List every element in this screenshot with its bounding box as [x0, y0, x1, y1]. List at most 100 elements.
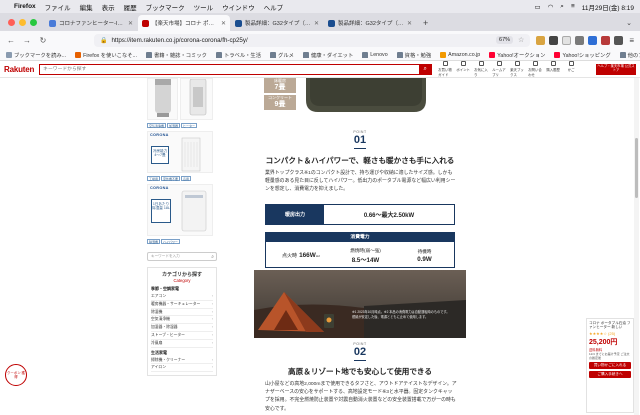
- coupon-float-button[interactable]: クーポン 獲得: [5, 364, 27, 386]
- history-link[interactable]: 購入履歴: [546, 61, 560, 77]
- menu-history[interactable]: 履歴: [124, 2, 137, 12]
- list-all-tabs-icon[interactable]: ⌄: [626, 19, 640, 31]
- category-item[interactable]: 掃除機・クリーナー ›: [151, 357, 213, 365]
- menu-bookmarks[interactable]: ブックマーク: [146, 2, 185, 12]
- rakuten-top-banner[interactable]: ヘルプ・楽天市場 公式ストア: [596, 63, 636, 75]
- menu-window[interactable]: ウインドウ: [222, 2, 255, 12]
- extension-icon[interactable]: [575, 35, 585, 45]
- card-product-name[interactable]: コロナ ポータブル石油 ファンヒーター 新しい: [589, 321, 631, 330]
- bookmark-folder[interactable]: トラベル・生活: [215, 51, 261, 59]
- tab-product-detail-1[interactable]: 製品詳細：G32タイプ（2023年... ✕: [231, 15, 323, 31]
- extension-icon[interactable]: [588, 35, 598, 45]
- category-item[interactable]: ストーブ・ヒーター ›: [151, 332, 213, 340]
- tag-humidifier[interactable]: 加湿器: [167, 123, 181, 128]
- control-center-icon[interactable]: ≡: [571, 3, 575, 10]
- menu-help[interactable]: ヘルプ: [264, 2, 284, 12]
- search-icon[interactable]: ⌕: [211, 254, 214, 260]
- tag-heater[interactable]: ヒーター: [181, 123, 198, 128]
- account-icon[interactable]: [614, 35, 624, 45]
- bookmark-folder[interactable]: 健康・ダイエット: [302, 51, 353, 59]
- url-bar[interactable]: 🔒 https://item.rakuten.co.jp/corona-coro…: [94, 33, 531, 47]
- lock-icon[interactable]: 🔒: [100, 37, 107, 44]
- sidebar-search-field[interactable]: キーワードを入力 ⌕: [147, 252, 217, 261]
- close-window-button[interactable]: [8, 19, 15, 26]
- checkout-button[interactable]: ご購入手続きへ: [589, 371, 631, 379]
- category-item[interactable]: 除湿機 ›: [151, 309, 213, 317]
- menu-view[interactable]: 表示: [102, 2, 115, 12]
- bookmark-item[interactable]: Yahoo!オークション: [489, 51, 545, 59]
- category-item[interactable]: 加湿器・除湿器 ›: [151, 324, 213, 332]
- tag-no-outdoor-unit[interactable]: 室外機不要: [161, 176, 181, 181]
- bookmark-folder[interactable]: Lenovo: [362, 51, 388, 58]
- bookmark-item[interactable]: Firefox を使いこなそ...: [75, 51, 137, 59]
- tag-high-power[interactable]: ハイパワー: [161, 239, 180, 244]
- url-text[interactable]: https://item.rakuten.co.jp/corona-corona…: [111, 37, 247, 44]
- minimize-window-button[interactable]: [19, 19, 26, 26]
- close-tab-icon[interactable]: ✕: [128, 20, 133, 27]
- category-item[interactable]: 冷風扇 ›: [151, 340, 213, 348]
- page-scrollbar[interactable]: [634, 78, 639, 415]
- extension-icon[interactable]: [536, 35, 546, 45]
- hamburger-menu-icon[interactable]: ≡: [629, 36, 634, 45]
- category-item-label: 掃除機・クリーナー: [151, 357, 186, 362]
- menu-app-name[interactable]: Firefox: [14, 3, 36, 10]
- search-icon[interactable]: ⌕: [560, 3, 564, 11]
- favorites-link[interactable]: お気に入り: [474, 61, 488, 77]
- books-link[interactable]: 楽天ブックス: [510, 61, 524, 77]
- bookmark-star-icon[interactable]: ☆: [518, 36, 524, 44]
- battery-icon[interactable]: ▭: [534, 3, 540, 11]
- tag-factory[interactable]: 工場用: [147, 176, 161, 181]
- bookmark-folder[interactable]: 資格・勉強: [396, 51, 431, 59]
- add-to-cart-button[interactable]: 買い物かごに入れる: [589, 362, 631, 370]
- zoom-level[interactable]: 67%: [496, 36, 514, 44]
- room-link[interactable]: ルームアプリ: [492, 61, 506, 77]
- heater-image[interactable]: [180, 78, 213, 120]
- new-tab-button[interactable]: +: [417, 18, 434, 31]
- bookmark-item[interactable]: ブックマークを読み...: [6, 51, 66, 59]
- tag-air-purifier[interactable]: 空気清浄機: [147, 123, 167, 128]
- close-tab-icon[interactable]: ✕: [407, 20, 412, 27]
- category-item[interactable]: エアコン ›: [151, 293, 213, 301]
- search-button-icon[interactable]: ⌕: [419, 63, 432, 75]
- menu-edit[interactable]: 編集: [80, 2, 93, 12]
- tab-product-detail-2[interactable]: 製品詳細：G32タイプ（2023年... ✕: [324, 15, 416, 31]
- other-bookmarks-folder[interactable]: 他のブックマーク: [619, 51, 640, 59]
- history-icon: [550, 61, 556, 66]
- tab-corona-heater[interactable]: コロナファンヒーター‐Ih-g3223... ✕: [45, 15, 137, 31]
- guide-link[interactable]: お買い物ガイド: [438, 61, 452, 77]
- back-icon[interactable]: ←: [6, 36, 16, 45]
- extension-icon[interactable]: [549, 35, 559, 45]
- tag-dehumidifier[interactable]: 除湿機: [147, 239, 161, 244]
- bookmark-item[interactable]: Yahoo!ショッピング: [554, 51, 611, 59]
- extension-icon[interactable]: [601, 35, 611, 45]
- menubar-datetime[interactable]: 11月29日(金) 8:19: [582, 2, 634, 12]
- category-item[interactable]: 空気清浄機 ›: [151, 316, 213, 325]
- cart-link[interactable]: かご: [564, 61, 578, 77]
- reload-icon[interactable]: ↻: [38, 36, 48, 45]
- category-item[interactable]: 暖房機器・サーキュレーター ›: [151, 301, 213, 309]
- tab-rakuten-active[interactable]: 【楽天市場】コロナ ポータブル石... ✕: [138, 15, 230, 31]
- menu-file[interactable]: ファイル: [45, 2, 71, 12]
- category-item[interactable]: アイロン ›: [151, 364, 213, 373]
- forward-icon[interactable]: →: [22, 36, 32, 45]
- inquiry-link[interactable]: お問い合わせ: [528, 61, 542, 77]
- menu-tools[interactable]: ツール: [194, 2, 214, 12]
- bookmark-folder[interactable]: グルメ: [270, 51, 294, 59]
- points-link[interactable]: ポイント: [456, 61, 470, 77]
- air-purifier-image[interactable]: [147, 78, 178, 120]
- dehumidifier-image[interactable]: CORONA 1日あたり 除湿量 18L: [147, 184, 213, 236]
- ignition-footnote: ※2: [315, 253, 320, 258]
- window-ac-image[interactable]: CORONA 冷房能力 4〜7畳: [147, 131, 213, 173]
- bookmark-item[interactable]: Amazon.co.jp: [440, 51, 480, 58]
- close-tab-icon[interactable]: ✕: [221, 20, 226, 27]
- tag-window[interactable]: 窓用: [181, 176, 192, 181]
- chevron-right-icon: ›: [211, 317, 213, 322]
- scrollbar-thumb[interactable]: [635, 138, 638, 198]
- rakuten-logo[interactable]: Rakuten: [4, 65, 34, 74]
- bookmark-folder[interactable]: 書籍・雑誌・コミック: [145, 51, 207, 59]
- close-tab-icon[interactable]: ✕: [314, 20, 319, 27]
- zoom-window-button[interactable]: [30, 19, 37, 26]
- rakuten-search-input[interactable]: [40, 64, 420, 74]
- wifi-icon[interactable]: ◠: [548, 3, 554, 11]
- extension-icon[interactable]: [562, 35, 572, 45]
